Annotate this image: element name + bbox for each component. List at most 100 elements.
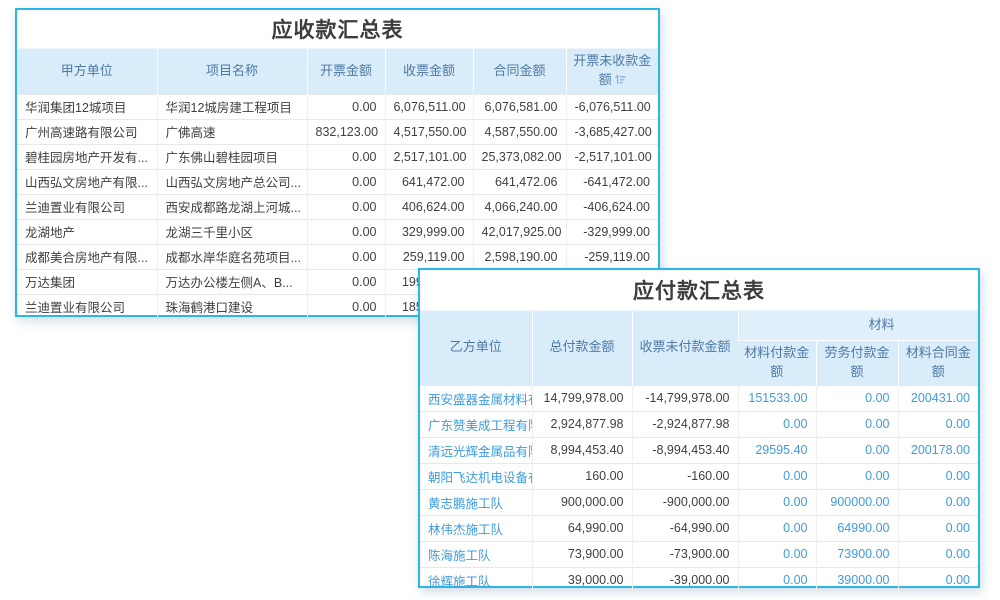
cell: 兰迪置业有限公司 <box>17 294 157 319</box>
cell: -900,000.00 <box>632 489 738 515</box>
cell: -406,624.00 <box>566 194 658 219</box>
cell: -2,517,101.00 <box>566 144 658 169</box>
column-header-invoiced-unpaid-amount: 开票未收款金额 <box>566 49 658 95</box>
cell: -259,119.00 <box>566 244 658 269</box>
cell[interactable]: 0.00 <box>816 437 898 463</box>
cell: 龙湖三千里小区 <box>157 219 307 244</box>
table-row: 西安盛器金属材料有14,799,978.00-14,799,978.001515… <box>420 385 978 411</box>
table-row: 成都美合房地产有限...成都水岸华庭名苑项目...0.00259,119.002… <box>17 244 658 269</box>
table-row: 广东赞美成工程有限2,924,877.98-2,924,877.980.000.… <box>420 411 978 437</box>
table-row: 华润集团12城项目华润12城房建工程项目0.006,076,511.006,07… <box>17 94 658 119</box>
cell: 成都美合房地产有限... <box>17 244 157 269</box>
cell[interactable]: 0.00 <box>898 411 978 437</box>
table-row: 徐辉施工队39,000.00-39,000.000.0039000.000.00 <box>420 567 978 593</box>
cell: 龙湖地产 <box>17 219 157 244</box>
cell: -641,472.00 <box>566 169 658 194</box>
cell: 2,517,101.00 <box>385 144 473 169</box>
cell: 0.00 <box>307 169 385 194</box>
column-header-material-contract: 材料合同金额 <box>898 341 978 386</box>
cell[interactable]: 0.00 <box>898 463 978 489</box>
cell[interactable]: 黄志鹏施工队 <box>420 489 532 515</box>
cell: 406,624.00 <box>385 194 473 219</box>
cell[interactable]: 0.00 <box>898 515 978 541</box>
cell: -14,799,978.00 <box>632 385 738 411</box>
table-row: 黄志鹏施工队900,000.00-900,000.000.00900000.00… <box>420 489 978 515</box>
cell[interactable]: 0.00 <box>816 411 898 437</box>
cell[interactable]: 陈海施工队 <box>420 541 532 567</box>
cell[interactable]: 0.00 <box>816 385 898 411</box>
payable-table-body: 西安盛器金属材料有14,799,978.00-14,799,978.001515… <box>420 385 978 593</box>
cell: 广州高速路有限公司 <box>17 119 157 144</box>
cell[interactable]: 0.00 <box>738 541 816 567</box>
cell: -2,924,877.98 <box>632 411 738 437</box>
table-row: 林伟杰施工队64,990.00-64,990.000.0064990.000.0… <box>420 515 978 541</box>
cell[interactable]: 0.00 <box>898 541 978 567</box>
cell[interactable]: 200431.00 <box>898 385 978 411</box>
cell: 900,000.00 <box>532 489 632 515</box>
column-header-labor-payment: 劳务付款金额 <box>816 341 898 386</box>
cell: 山西弘文房地产有限... <box>17 169 157 194</box>
cell: 329,999.00 <box>385 219 473 244</box>
table-row: 碧桂园房地产开发有...广东佛山碧桂园项目0.002,517,101.0025,… <box>17 144 658 169</box>
cell: 碧桂园房地产开发有... <box>17 144 157 169</box>
cell: 万达办公楼左侧A、B... <box>157 269 307 294</box>
cell[interactable]: 徐辉施工队 <box>420 567 532 593</box>
cell[interactable]: 73900.00 <box>816 541 898 567</box>
cell[interactable]: 0.00 <box>738 489 816 515</box>
table-row: 兰迪置业有限公司西安成都路龙湖上河城...0.00406,624.004,066… <box>17 194 658 219</box>
cell[interactable]: 200178.00 <box>898 437 978 463</box>
cell: -160.00 <box>632 463 738 489</box>
payable-header-group-row: 乙方单位 总付款金额 收票未付款金额 材料 <box>420 311 978 341</box>
cell: 641,472.06 <box>473 169 566 194</box>
cell[interactable]: 林伟杰施工队 <box>420 515 532 541</box>
cell: 6,076,581.00 <box>473 94 566 119</box>
cell[interactable]: 朝阳飞达机电设备有 <box>420 463 532 489</box>
cell[interactable]: 151533.00 <box>738 385 816 411</box>
sort-ascending-icon[interactable] <box>615 72 626 91</box>
cell: 华润集团12城项目 <box>17 94 157 119</box>
column-header-material-payment: 材料付款金额 <box>738 341 816 386</box>
column-header-project-name: 项目名称 <box>157 49 307 95</box>
cell[interactable]: 西安盛器金属材料有 <box>420 385 532 411</box>
cell: -329,999.00 <box>566 219 658 244</box>
cell[interactable]: 0.00 <box>738 567 816 593</box>
cell[interactable]: 清远光辉金属品有限 <box>420 437 532 463</box>
cell: 0.00 <box>307 194 385 219</box>
cell: 华润12城房建工程项目 <box>157 94 307 119</box>
table-row: 清远光辉金属品有限8,994,453.40-8,994,453.4029595.… <box>420 437 978 463</box>
cell[interactable]: 64990.00 <box>816 515 898 541</box>
cell[interactable]: 0.00 <box>738 515 816 541</box>
cell: -8,994,453.40 <box>632 437 738 463</box>
cell: 4,066,240.00 <box>473 194 566 219</box>
cell: 832,123.00 <box>307 119 385 144</box>
cell[interactable]: 900000.00 <box>816 489 898 515</box>
cell[interactable]: 29595.40 <box>738 437 816 463</box>
cell: -64,990.00 <box>632 515 738 541</box>
cell[interactable]: 0.00 <box>738 411 816 437</box>
cell: 0.00 <box>307 294 385 319</box>
table-row: 陈海施工队73,900.00-73,900.000.0073900.000.00 <box>420 541 978 567</box>
cell: 73,900.00 <box>532 541 632 567</box>
cell: 广佛高速 <box>157 119 307 144</box>
cell[interactable]: 0.00 <box>738 463 816 489</box>
cell: 兰迪置业有限公司 <box>17 194 157 219</box>
cell: 0.00 <box>307 94 385 119</box>
table-row: 朝阳飞达机电设备有160.00-160.000.000.000.00 <box>420 463 978 489</box>
table-row: 广州高速路有限公司广佛高速832,123.004,517,550.004,587… <box>17 119 658 144</box>
page: 应收款汇总表 甲方单位 项目名称 开票金额 收票金额 合同金额 开票未收款金额 … <box>0 0 1000 600</box>
column-header-total-payment: 总付款金额 <box>532 311 632 386</box>
cell[interactable]: 0.00 <box>898 567 978 593</box>
cell: 8,994,453.40 <box>532 437 632 463</box>
cell[interactable]: 39000.00 <box>816 567 898 593</box>
cell[interactable]: 0.00 <box>816 463 898 489</box>
cell[interactable]: 广东赞美成工程有限 <box>420 411 532 437</box>
receivable-header-row: 甲方单位 项目名称 开票金额 收票金额 合同金额 开票未收款金额 <box>17 49 658 95</box>
cell: 259,119.00 <box>385 244 473 269</box>
payable-panel-title: 应付款汇总表 <box>420 270 978 310</box>
cell[interactable]: 0.00 <box>898 489 978 515</box>
column-group-header-material: 材料 <box>738 311 978 341</box>
cell: 4,517,550.00 <box>385 119 473 144</box>
cell: 西安成都路龙湖上河城... <box>157 194 307 219</box>
cell: 0.00 <box>307 144 385 169</box>
cell: 25,373,082.00 <box>473 144 566 169</box>
